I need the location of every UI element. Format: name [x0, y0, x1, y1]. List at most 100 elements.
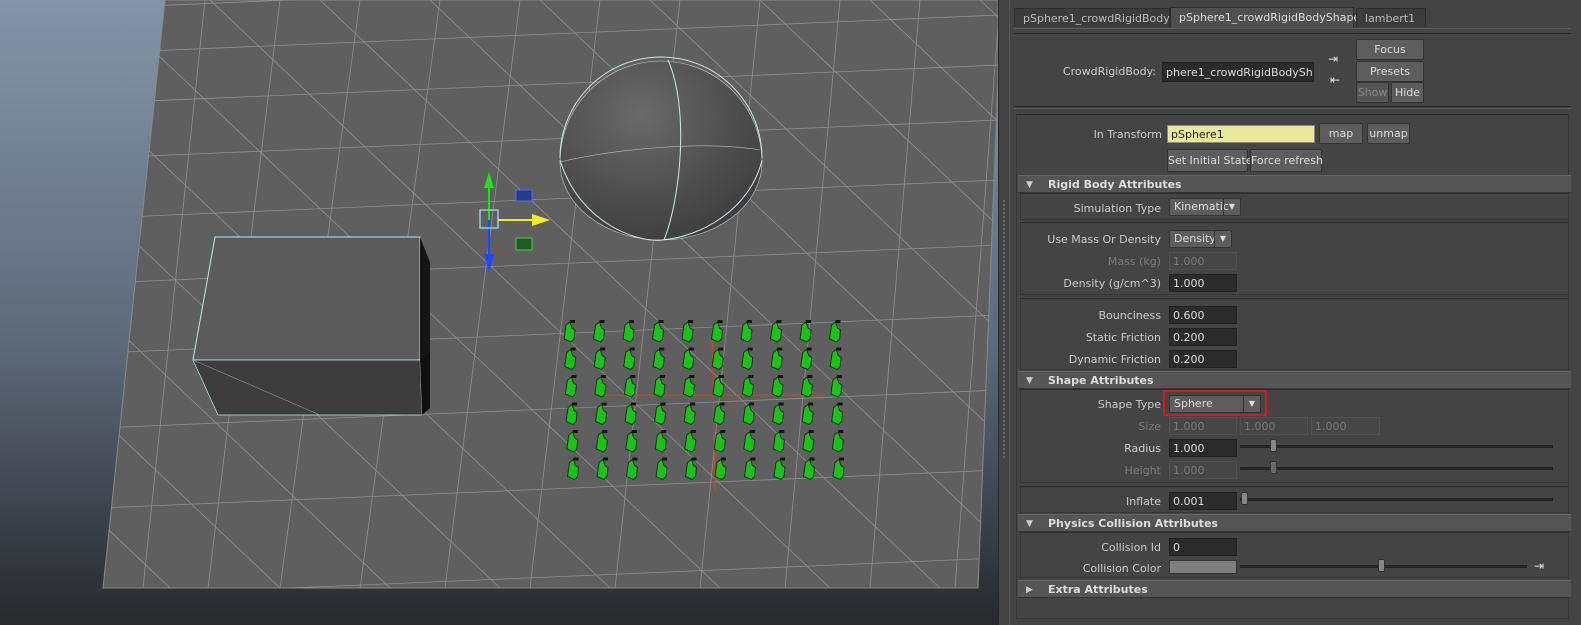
size-y-field[interactable]: 1.000: [1240, 417, 1308, 435]
viewport-3d[interactable]: [0, 0, 998, 625]
radius-slider[interactable]: [1240, 445, 1553, 448]
height-slider-handle[interactable]: [1270, 461, 1277, 474]
map-texture-icon[interactable]: ⇥: [1534, 560, 1544, 572]
in-transform-field[interactable]: pSphere1: [1167, 125, 1315, 143]
tab-lambert1[interactable]: lambert1: [1356, 8, 1426, 27]
crowd-agent-head: [806, 347, 812, 351]
crowd-agent-head: [778, 402, 784, 406]
set-initial-state-button[interactable]: Set Initial State: [1167, 149, 1253, 172]
node-name-field[interactable]: phere1_crowdRigidBodyShape1: [1162, 62, 1314, 82]
height-slider[interactable]: [1240, 467, 1553, 470]
force-refresh-button[interactable]: Force refresh: [1250, 149, 1323, 172]
unmap-button[interactable]: unmap: [1367, 123, 1410, 144]
crowd-agent-head: [839, 457, 844, 461]
height-label: Height: [1124, 464, 1161, 477]
crowd-agent-head: [659, 347, 665, 351]
simulation-type-label: Simulation Type: [1073, 202, 1161, 215]
collision-id-label: Collision Id: [1101, 541, 1161, 554]
crowd-agent-head: [749, 430, 755, 433]
inflate-field[interactable]: 0.001: [1169, 492, 1237, 510]
size-label: Size: [1138, 420, 1161, 433]
crowd-agent-head: [837, 402, 843, 406]
crowd-agent-head: [836, 375, 842, 378]
dynamic-friction-label: Dynamic Friction: [1068, 353, 1161, 366]
crowd-agent-head: [662, 457, 667, 461]
crowd-agent-head: [776, 320, 782, 323]
crowd-agent-head: [631, 402, 637, 406]
section-title: Shape Attributes: [1048, 374, 1154, 387]
panel-splitter[interactable]: [998, 0, 1010, 625]
crowd-agent-head: [600, 347, 606, 351]
mass-label: Mass (kg): [1107, 255, 1161, 268]
tab-divider: [1014, 28, 1571, 34]
chevron-down-icon: ▼: [1214, 231, 1231, 247]
crowd-agent-head: [750, 457, 756, 461]
shape-type-highlight: [1163, 390, 1267, 416]
crowd-agent-head: [632, 457, 638, 461]
size-x-field[interactable]: 1.000: [1169, 417, 1237, 435]
section-rigid-body-attributes[interactable]: ▼ Rigid Body Attributes: [1018, 175, 1571, 193]
hide-button[interactable]: Hide: [1391, 82, 1424, 103]
crowd-agent-head: [571, 375, 577, 378]
cube-mesh: [192, 236, 430, 416]
splitter-grip[interactable]: [1003, 200, 1005, 460]
crowd-agent-head: [718, 347, 724, 351]
crowd-agent-head: [808, 430, 814, 433]
collapse-triangle-icon: ▼: [1026, 519, 1033, 529]
focus-input-icon[interactable]: ⇥: [1328, 53, 1338, 65]
mass-field[interactable]: 1.000: [1169, 252, 1237, 270]
collision-color-slider-handle[interactable]: [1378, 559, 1385, 572]
use-mass-label: Use Mass Or Density: [1047, 233, 1161, 246]
collision-id-field[interactable]: 0: [1169, 538, 1237, 556]
focus-button[interactable]: Focus: [1356, 39, 1424, 60]
crowd-agent-head: [688, 320, 693, 323]
show-button[interactable]: Show: [1356, 82, 1389, 103]
crowd-agent-head: [779, 430, 785, 433]
crowd-agent-head: [603, 457, 608, 461]
inflate-label: Inflate: [1126, 495, 1161, 508]
crowd-agent-head: [717, 320, 723, 323]
crowd-agent-head: [570, 320, 575, 323]
tab-crowd-rigid-body[interactable]: pSphere1_crowdRigidBody1: [1014, 8, 1177, 27]
density-field[interactable]: 1.000: [1169, 274, 1237, 292]
radius-field[interactable]: 1.000: [1169, 439, 1237, 457]
focus-output-icon[interactable]: ⇤: [1330, 74, 1340, 86]
presets-button[interactable]: Presets: [1356, 61, 1424, 82]
expand-triangle-icon: ▶: [1026, 585, 1033, 595]
collision-color-swatch[interactable]: [1169, 560, 1237, 574]
simulation-type-dropdown[interactable]: Kinematic ▼: [1169, 198, 1241, 216]
section-title: Rigid Body Attributes: [1048, 178, 1182, 191]
tab-crowd-rigid-body-shape[interactable]: pSphere1_crowdRigidBodyShape1: [1170, 7, 1367, 28]
crowd-agent-head: [601, 402, 607, 406]
height-field[interactable]: 1.000: [1169, 461, 1237, 479]
collapse-triangle-icon: ▼: [1026, 180, 1033, 190]
section-extra-attributes[interactable]: ▶ Extra Attributes: [1018, 580, 1571, 598]
map-button[interactable]: map: [1319, 123, 1363, 144]
section-title: Physics Collision Attributes: [1048, 517, 1218, 530]
chevron-down-icon: ▼: [1223, 199, 1240, 215]
crowd-agent-head: [631, 430, 637, 433]
section-physics-collision-attributes[interactable]: ▼ Physics Collision Attributes: [1018, 514, 1571, 532]
section-shape-attributes[interactable]: ▼ Shape Attributes: [1018, 371, 1571, 389]
size-z-field[interactable]: 1.000: [1311, 417, 1380, 435]
crowd-agent-head: [838, 430, 844, 433]
inflate-slider-handle[interactable]: [1241, 492, 1248, 505]
static-friction-label: Static Friction: [1085, 331, 1161, 344]
dynamic-friction-field[interactable]: 0.200: [1169, 350, 1237, 368]
grid-line: [0, 0, 60, 588]
simulation-type-value: Kinematic: [1174, 200, 1229, 213]
use-mass-value: Density: [1174, 232, 1216, 245]
radius-slider-handle[interactable]: [1270, 439, 1277, 452]
crowd-agent-head: [688, 347, 694, 351]
inflate-slider[interactable]: [1240, 498, 1553, 501]
crowd-agent-head: [660, 402, 666, 406]
crowd-agent-head: [689, 375, 695, 378]
use-mass-dropdown[interactable]: Density ▼: [1169, 230, 1232, 248]
crowd-agent-head: [572, 402, 578, 406]
crowd-agent-head: [721, 457, 726, 461]
crowd-agent-head: [691, 457, 697, 461]
static-friction-field[interactable]: 0.200: [1169, 328, 1237, 346]
scene-svg: [0, 0, 998, 589]
bounciness-field[interactable]: 0.600: [1169, 306, 1237, 324]
crowd-agent-head: [777, 347, 783, 351]
